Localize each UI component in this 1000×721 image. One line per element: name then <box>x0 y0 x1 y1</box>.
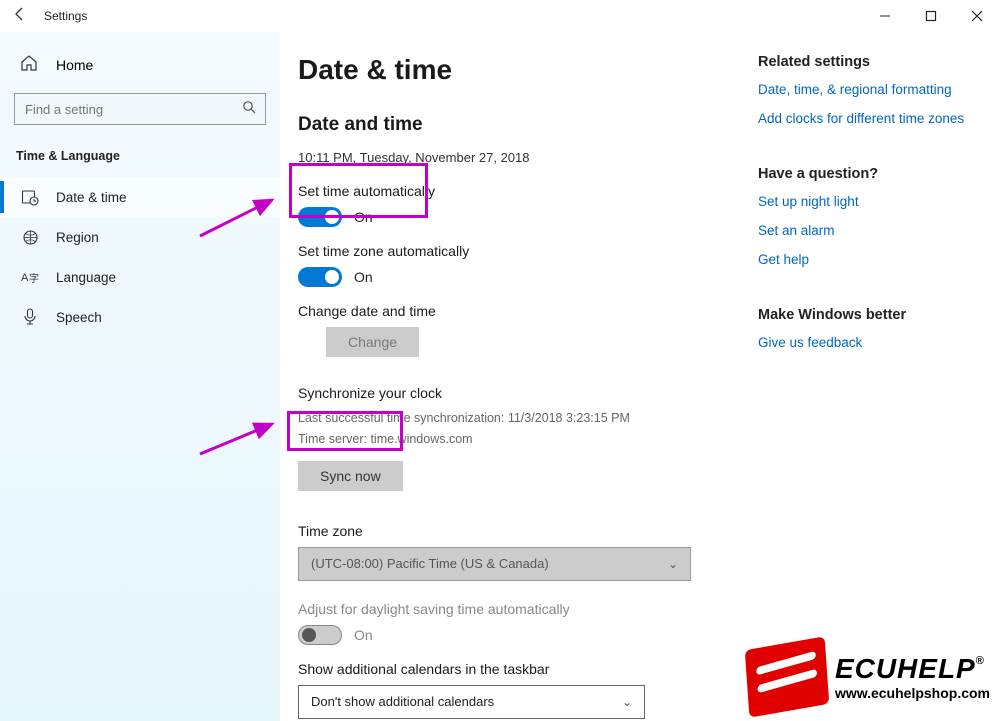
right-column: Related settings Date, time, & regional … <box>758 54 988 721</box>
svg-text:A: A <box>21 272 29 284</box>
dst-state: On <box>354 627 373 643</box>
set-time-auto-toggle[interactable] <box>298 207 342 227</box>
maximize-button[interactable] <box>908 0 954 32</box>
sidebar-item-region[interactable]: Region <box>0 217 280 257</box>
minimize-button[interactable] <box>862 0 908 32</box>
sidebar-home-label: Home <box>56 57 93 73</box>
sidebar-item-language[interactable]: A字 Language <box>0 257 280 297</box>
calendar-label: Show additional calendars in the taskbar <box>298 661 738 677</box>
related-heading: Related settings <box>758 54 988 70</box>
watermark-brand: ECUHELP® <box>835 653 990 685</box>
link-regional-formatting[interactable]: Date, time, & regional formatting <box>758 82 988 97</box>
chevron-down-icon: ⌄ <box>668 557 678 571</box>
sidebar: Home Time & Language Date & time Region <box>0 32 280 721</box>
microphone-icon <box>20 308 40 326</box>
calendar-value: Don't show additional calendars <box>311 694 494 709</box>
svg-text:字: 字 <box>29 272 39 285</box>
link-feedback[interactable]: Give us feedback <box>758 335 988 350</box>
link-set-alarm[interactable]: Set an alarm <box>758 223 988 238</box>
set-time-auto-label: Set time automatically <box>298 183 738 199</box>
sidebar-item-label: Language <box>56 270 116 285</box>
sidebar-item-label: Region <box>56 230 99 245</box>
sidebar-category: Time & Language <box>0 143 280 177</box>
better-heading: Make Windows better <box>758 307 988 323</box>
timezone-label: Time zone <box>298 523 738 539</box>
timezone-select: (UTC-08:00) Pacific Time (US & Canada) ⌄ <box>298 547 691 581</box>
sync-server: Time server: time.windows.com <box>298 430 738 449</box>
language-icon: A字 <box>20 269 40 285</box>
sync-heading: Synchronize your clock <box>298 385 738 401</box>
dst-toggle <box>298 625 342 645</box>
watermark: ECUHELP® www.ecuhelpshop.com <box>747 643 990 711</box>
sidebar-item-label: Date & time <box>56 190 127 205</box>
sidebar-home[interactable]: Home <box>0 44 280 93</box>
current-datetime: 10:11 PM, Tuesday, November 27, 2018 <box>298 150 738 165</box>
globe-icon <box>20 229 40 246</box>
question-heading: Have a question? <box>758 166 988 182</box>
calendar-select[interactable]: Don't show additional calendars ⌄ <box>298 685 645 719</box>
titlebar: Settings <box>0 0 1000 32</box>
link-add-clocks[interactable]: Add clocks for different time zones <box>758 111 988 126</box>
sync-now-button[interactable]: Sync now <box>298 461 403 491</box>
sync-last: Last successful time synchronization: 11… <box>298 409 738 428</box>
set-time-auto-state: On <box>354 209 373 225</box>
sidebar-item-label: Speech <box>56 310 102 325</box>
link-night-light[interactable]: Set up night light <box>758 194 988 209</box>
set-tz-auto-state: On <box>354 269 373 285</box>
page-title: Date & time <box>298 54 738 86</box>
watermark-url: www.ecuhelpshop.com <box>835 685 990 701</box>
search-input[interactable] <box>14 93 266 125</box>
close-button[interactable] <box>954 0 1000 32</box>
home-icon <box>20 54 40 75</box>
back-button[interactable] <box>0 6 40 27</box>
set-tz-auto-label: Set time zone automatically <box>298 243 738 259</box>
chevron-down-icon: ⌄ <box>622 695 632 709</box>
sidebar-item-speech[interactable]: Speech <box>0 297 280 337</box>
calendar-clock-icon <box>20 188 40 206</box>
set-tz-auto-toggle[interactable] <box>298 267 342 287</box>
timezone-value: (UTC-08:00) Pacific Time (US & Canada) <box>311 556 549 571</box>
dst-label: Adjust for daylight saving time automati… <box>298 601 738 617</box>
link-get-help[interactable]: Get help <box>758 252 988 267</box>
window-title: Settings <box>44 9 87 23</box>
section-heading: Date and time <box>298 114 738 136</box>
sidebar-item-date-time[interactable]: Date & time <box>0 177 280 217</box>
search-icon <box>242 100 256 117</box>
content-area: Date & time Date and time 10:11 PM, Tues… <box>298 54 738 721</box>
change-button: Change <box>326 327 419 357</box>
change-dt-label: Change date and time <box>298 303 738 319</box>
watermark-logo-icon <box>745 636 830 717</box>
search-box[interactable] <box>14 93 266 125</box>
